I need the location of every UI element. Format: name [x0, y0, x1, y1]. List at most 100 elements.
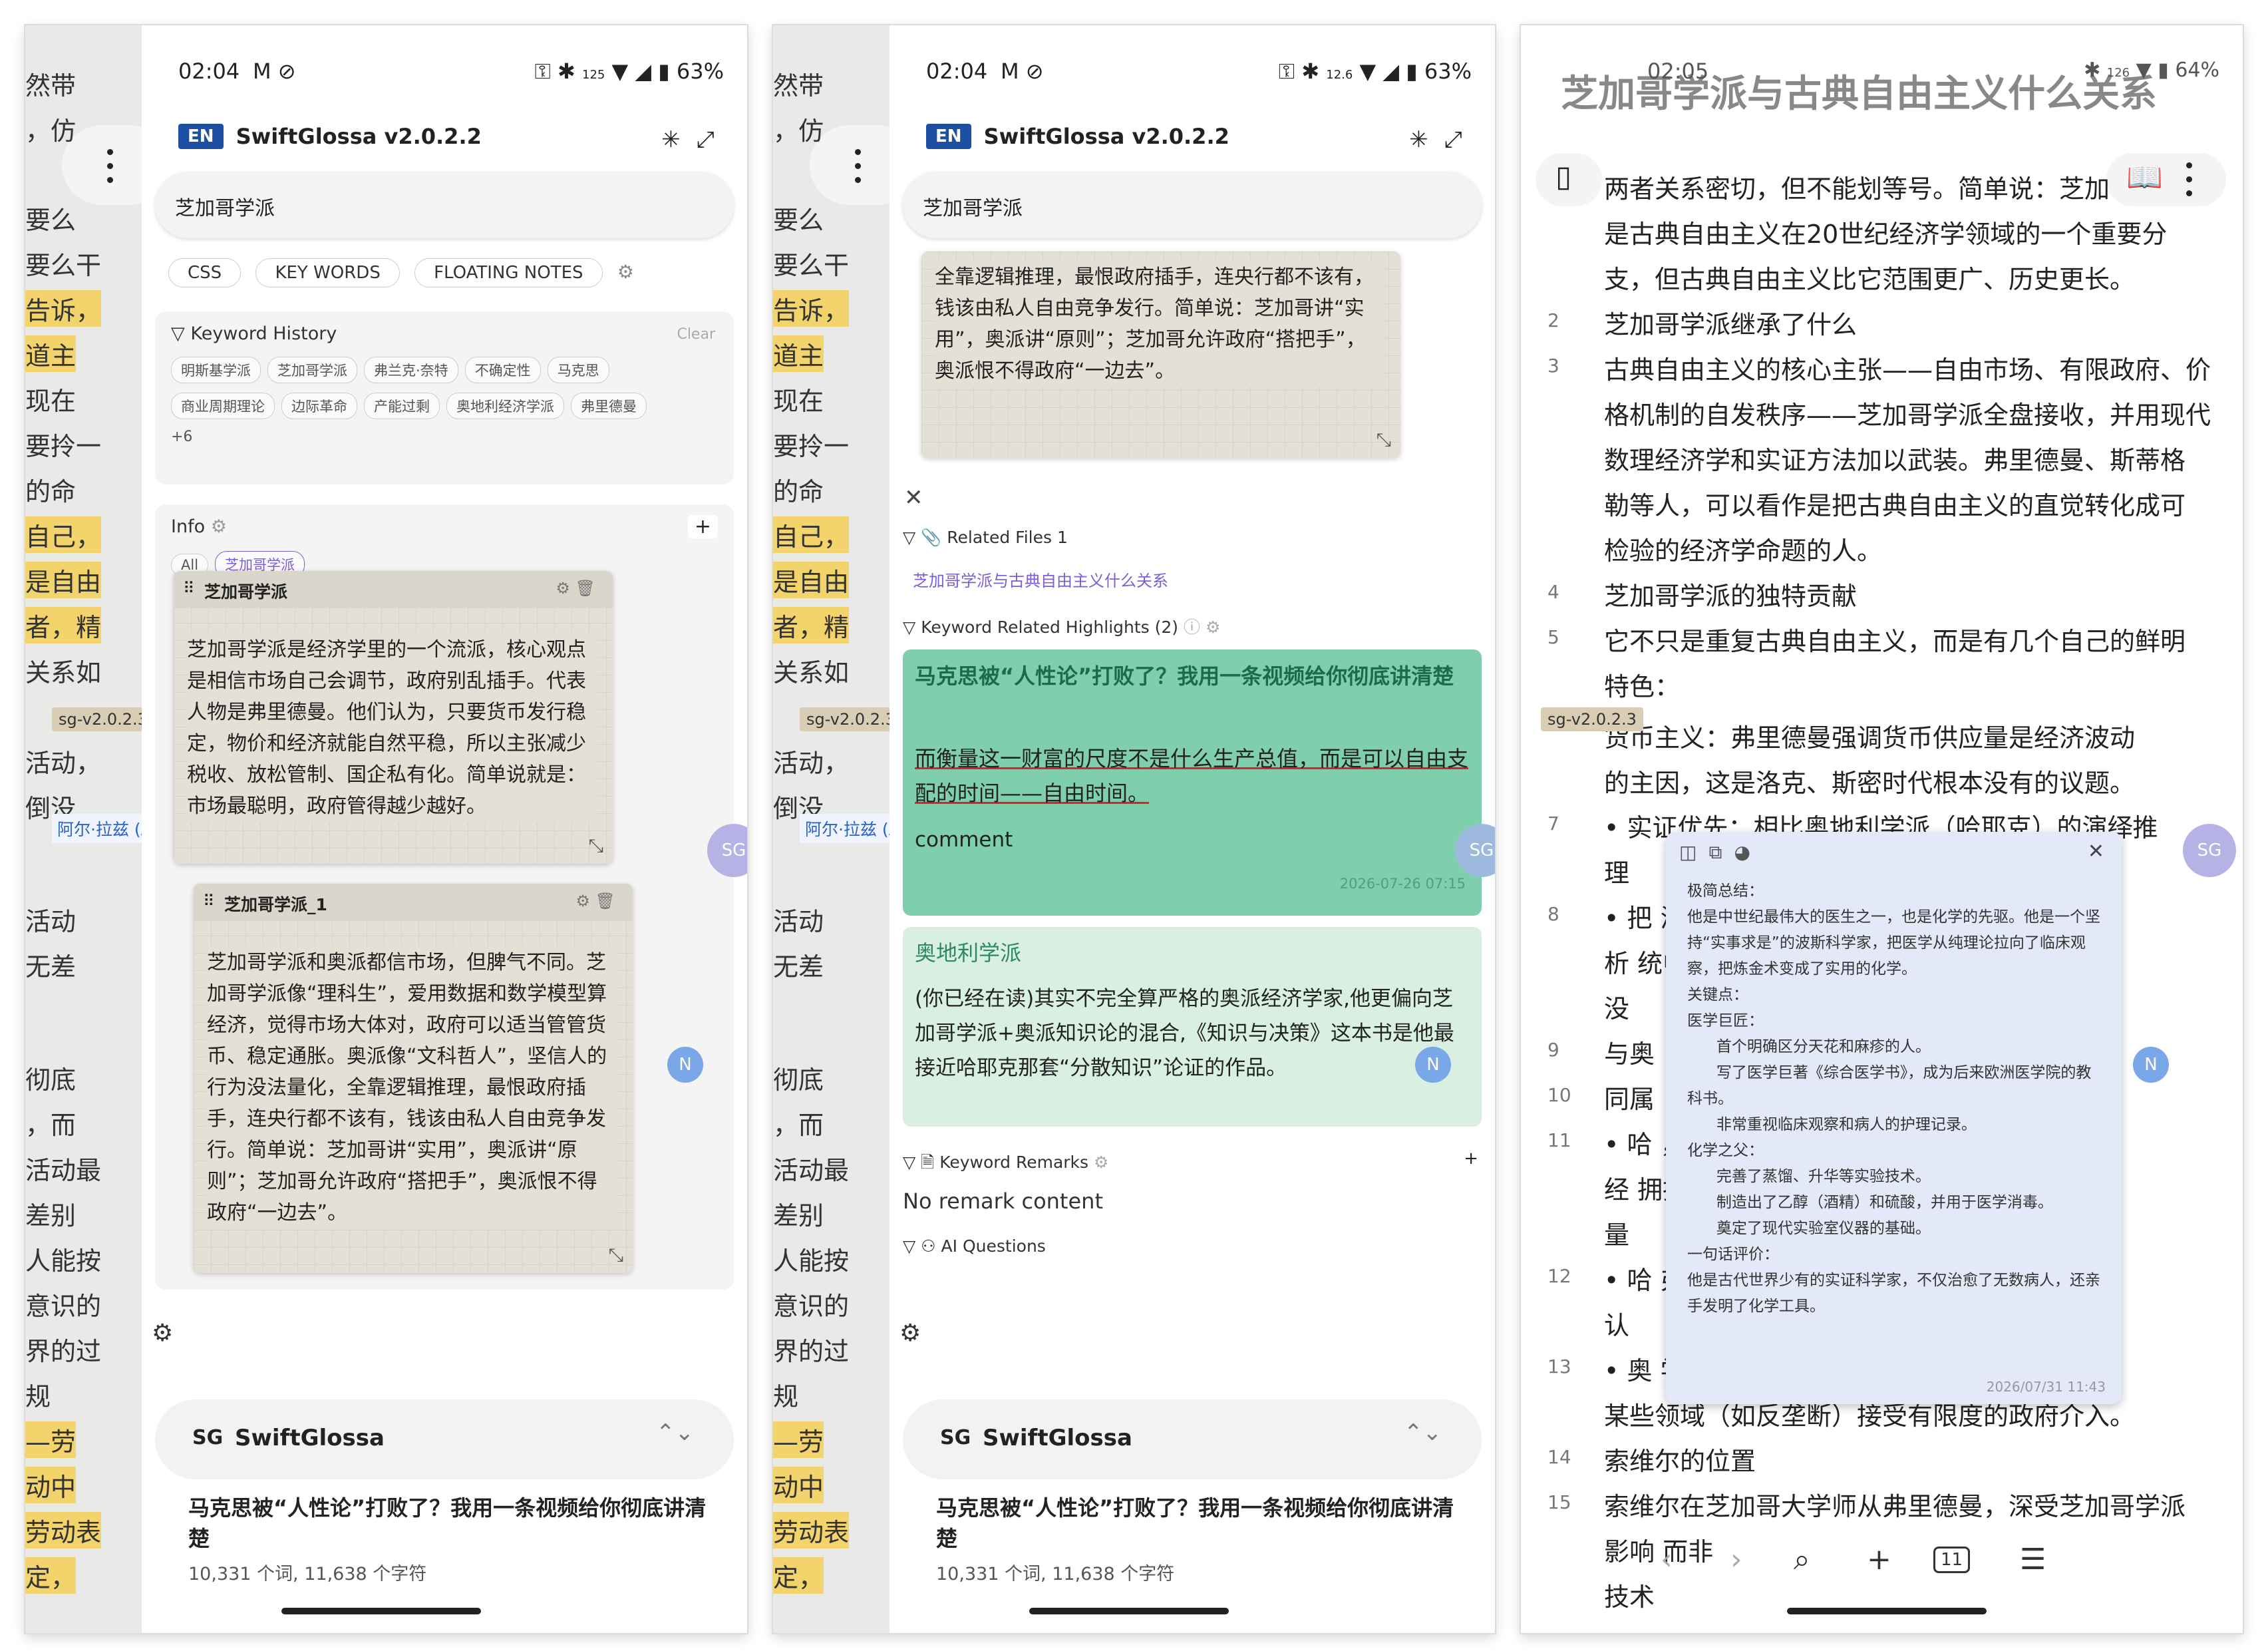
document-switcher[interactable]: SG SwiftGlossa ⌃⌄ [155, 1399, 734, 1479]
palette-icon[interactable]: ◕ [1734, 841, 1762, 863]
language-badge[interactable]: EN [926, 124, 971, 149]
related-file-link[interactable]: 芝加哥学派与古典自由主义什么关系 [913, 568, 1168, 591]
history-chip[interactable]: 芝加哥学派 [267, 357, 357, 383]
home-indicator[interactable] [281, 1608, 481, 1614]
settings-gear-icon[interactable]: ⚙ [899, 1320, 921, 1347]
drag-handle-icon[interactable]: ⠿ [183, 579, 195, 598]
bg-text: 人能按 [25, 1246, 102, 1276]
expand-icon[interactable]: ⤢ [1444, 126, 1478, 153]
reader-line: 数理经济学和实证方法加以武装。弗里德曼、斯蒂格 [1604, 446, 2186, 475]
version-tag[interactable]: sg-v2.0.2.3 [1541, 707, 1643, 731]
unfold-icon[interactable]: ⌃⌄ [656, 1419, 694, 1446]
note-card-header[interactable]: ⠿ 芝加哥学派_1 ⚙ 🗑 [194, 884, 633, 921]
unfold-icon[interactable]: ⌃⌄ [1404, 1419, 1442, 1446]
bg-text: 告诉， [25, 290, 102, 327]
close-icon[interactable]: ✕ [2088, 840, 2104, 863]
app-title: SwiftGlossa v2.0.2.2 [236, 124, 482, 149]
gear-icon[interactable]: ⚙ [211, 516, 227, 537]
resize-handle-icon[interactable]: ⤡ [1377, 429, 1391, 451]
keyword-history-title[interactable]: ▽ Keyword History [171, 323, 337, 344]
para-number: 4 [1547, 581, 1559, 603]
note-card-header[interactable]: ⠿ 芝加哥学派 ⚙ 🗑 [174, 571, 613, 608]
tab-keywords[interactable]: KEY WORDS [255, 258, 400, 287]
back-icon[interactable]: ‹ [1661, 1543, 1673, 1576]
search-input[interactable]: 芝加哥学派 [903, 172, 1482, 238]
search-icon[interactable]: ⌕ [1794, 1543, 1810, 1576]
bg-text: —劳 [773, 1421, 824, 1458]
history-chip[interactable]: 弗里德曼 [571, 393, 647, 419]
tab-floating-notes[interactable]: FLOATING NOTES [414, 258, 603, 287]
search-input[interactable]: 芝加哥学派 [155, 172, 734, 238]
note-actions[interactable]: ⚙ 🗑 [556, 579, 595, 598]
copy-icon[interactable]: ⧉ [1708, 841, 1734, 863]
expand-icon[interactable]: ⤢ [697, 126, 730, 153]
history-chip[interactable]: 产能过剩 [364, 393, 440, 419]
history-chip[interactable]: 弗兰克·奈特 [364, 357, 458, 383]
history-chip[interactable]: 奥地利经济学派 [446, 393, 564, 419]
close-icon[interactable]: ✕ [904, 484, 923, 511]
note-card[interactable]: ⠿ 芝加哥学派 ⚙ 🗑 芝加哥学派是经济学里的一个流派，核心观点是相信市场自己会… [174, 571, 613, 864]
n-float-button[interactable]: N [2133, 1047, 2169, 1083]
add-remark-button[interactable]: + [1464, 1149, 1478, 1169]
sg-float-button[interactable]: SG [2183, 824, 2236, 877]
more-vert-icon[interactable] [107, 149, 114, 184]
help-icon[interactable]: ⓘ ⚙ [1184, 618, 1220, 637]
resize-handle-icon[interactable]: ⤡ [589, 834, 603, 857]
bg-text: 要么 [25, 206, 77, 235]
history-chip[interactable]: 不确定性 [464, 357, 541, 383]
highlights-header[interactable]: ▽ Keyword Related Highlights (2) ⓘ ⚙ [903, 614, 1220, 638]
more-vert-icon[interactable] [855, 149, 862, 184]
menu-icon[interactable]: ☰ [2020, 1543, 2046, 1576]
n-float-button[interactable]: N [1415, 1047, 1451, 1083]
drag-handle-icon[interactable]: ⠿ [203, 892, 215, 910]
reader-line: 认 [1604, 1311, 1630, 1340]
status-right: ⚿ ✱ 12.6 ▼ ◢ ▮ 63% [1278, 59, 1472, 84]
sparkle-icon[interactable]: ✳ [661, 126, 697, 153]
bg-text: 定， [773, 1557, 824, 1594]
book-icon[interactable]: 📖 [2126, 160, 2163, 194]
forward-icon[interactable]: › [1730, 1543, 1742, 1576]
more-count[interactable]: +6 [171, 429, 192, 445]
more-vert-icon[interactable] [2186, 162, 2193, 197]
related-files-header[interactable]: ▽ 📎 Related Files 1 [903, 528, 1068, 548]
home-indicator[interactable] [1029, 1608, 1229, 1614]
settings-gear-icon[interactable]: ⚙ [152, 1320, 173, 1347]
clear-button[interactable]: Clear [677, 326, 715, 343]
keyword-remarks-header[interactable]: ▽ 🗎 Keyword Remarks ⚙ [903, 1150, 1108, 1179]
history-chip[interactable]: 明斯基学派 [171, 357, 261, 383]
reader-actions: 📖 [2106, 153, 2226, 206]
settings-icon[interactable]: ⚙ [617, 261, 634, 283]
add-button[interactable]: + [687, 515, 718, 538]
sparkle-icon[interactable]: ✳ [1409, 126, 1444, 153]
panel-icon[interactable]: ◫ [1679, 841, 1708, 863]
bg-text: 自己， [25, 516, 102, 553]
history-chip[interactable]: 马克思 [547, 357, 609, 383]
note-title: 芝加哥学派 [204, 582, 288, 602]
history-chip[interactable]: 商业周期理论 [171, 393, 275, 419]
gear-icon[interactable]: ⚙ [1094, 1153, 1108, 1172]
floating-note-popup[interactable]: ◫⧉◕ ✕ 极简总结： 他是中世纪最伟大的医生之一，也是化学的先驱。他是一个坚持… [1666, 832, 2122, 1404]
n-float-button[interactable]: N [667, 1047, 703, 1083]
highlight-card[interactable]: 奥地利学派 (你已经在读)其实不完全算严格的奥派经济学家,他更偏向芝加哥学派+奥… [903, 927, 1482, 1127]
version-tag[interactable]: sg-v2.0.2.3 [52, 707, 154, 731]
note-card-partial[interactable]: 全靠逻辑推理，最恨政府插手，连央行都不该有，钱该由私人自由竞争发行。简单说：芝加… [921, 252, 1400, 458]
bg-text: 活动最 [773, 1156, 850, 1185]
resize-handle-icon[interactable]: ⤡ [609, 1244, 623, 1266]
highlight-card[interactable]: 马克思被“人性论”打败了？我用一条视频给你彻底讲清楚 而衡量这一财富的尺度不是什… [903, 649, 1482, 916]
page-count-badge[interactable]: 11 [1933, 1547, 1971, 1573]
ai-questions-header[interactable]: ▽ ⚇ AI Questions [903, 1236, 1046, 1256]
tab-css[interactable]: CSS [168, 258, 242, 287]
section-label: Related Files 1 [947, 528, 1068, 547]
note-card[interactable]: ⠿ 芝加哥学派_1 ⚙ 🗑 芝加哥学派和奥派都信市场，但脾气不同。芝加哥学派像“… [194, 884, 633, 1273]
language-badge[interactable]: EN [178, 124, 224, 149]
note-actions[interactable]: ⚙ 🗑 [575, 892, 615, 910]
reader-line: 它不只是重复古典自由主义，而是有几个自己的鲜明 [1604, 627, 2186, 656]
home-indicator[interactable] [1787, 1608, 1987, 1614]
add-icon[interactable]: + [1867, 1543, 1891, 1576]
document-switcher[interactable]: SG SwiftGlossa ⌃⌄ [903, 1399, 1482, 1479]
version-tag[interactable]: sg-v2.0.2.3 [800, 707, 902, 731]
history-chip[interactable]: 边际革命 [281, 393, 357, 419]
bg-text: 然带 [25, 71, 77, 100]
sidebar-toggle[interactable]: ▯ [1536, 153, 1602, 206]
app-actions: ✳⤢ [1409, 126, 1478, 153]
